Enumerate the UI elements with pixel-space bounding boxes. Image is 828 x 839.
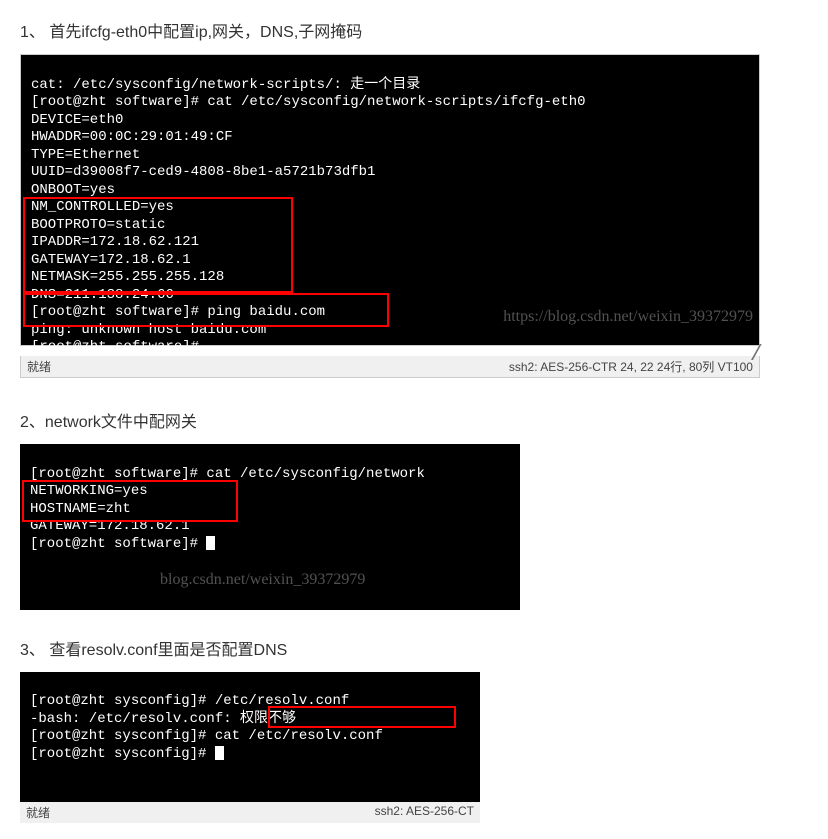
t2-l2: HOSTNAME=zht (30, 501, 131, 517)
t1-l13: [root@zht software]# ping baidu.com (31, 304, 325, 320)
statusbar3: 就绪 ssh2: AES-256-CT (20, 802, 480, 823)
watermark1: https://blog.csdn.net/weixin_39372979 (503, 307, 753, 327)
t1-l11: NETMASK=255.255.255.128 (31, 269, 224, 285)
t1-l8: BOOTPROTO=static (31, 217, 165, 233)
step2-heading: 2、network文件中配网关 (20, 408, 808, 432)
t2-l4: [root@zht software]# (30, 536, 206, 552)
t1-l7: NM_CONTROLLED=yes (31, 199, 174, 215)
t1-l2: DEVICE=eth0 (31, 112, 123, 128)
t1-l12: DNS=211.138.24.66 (31, 287, 174, 303)
terminal3: [root@zht sysconfig]# /etc/resolv.conf -… (20, 672, 480, 803)
t1-l0: cat: /etc/sysconfig/network-scripts/: 走一… (31, 77, 420, 93)
status3-left: 就绪 (26, 804, 50, 821)
status3-right: ssh2: AES-256-CT (375, 804, 474, 821)
t1-l9: IPADDR=172.18.62.121 (31, 234, 199, 250)
t3-l3: [root@zht sysconfig]# (30, 746, 215, 762)
terminal2-container: [root@zht software]# cat /etc/sysconfig/… (20, 444, 520, 610)
t1-l10: GATEWAY=172.18.62.1 (31, 252, 191, 268)
terminal1: cat: /etc/sysconfig/network-scripts/: 走一… (21, 55, 759, 345)
terminal3-container: [root@zht sysconfig]# /etc/resolv.conf -… (20, 672, 480, 824)
terminal1-container: cat: /etc/sysconfig/network-scripts/: 走一… (20, 54, 760, 346)
t2-l3: GATEWAY=172.18.62.1 (30, 518, 190, 534)
t2-l1: NETWORKING=yes (30, 483, 148, 499)
t1-l3: HWADDR=00:0C:29:01:49:CF (31, 129, 233, 145)
cutoff-slash: / (750, 342, 763, 367)
statusbar1: 就绪 ssh2: AES-256-CTR 24, 22 24行, 80列 VT1… (20, 356, 760, 378)
cursor2 (206, 536, 215, 550)
terminal2: [root@zht software]# cat /etc/sysconfig/… (20, 444, 520, 610)
t1-l15: [root@zht software]# (31, 339, 207, 355)
watermark2: blog.csdn.net/weixin_39372979 (160, 570, 365, 590)
t3-l1: -bash: /etc/resolv.conf: 权限不够 (30, 711, 296, 727)
status1-right: ssh2: AES-256-CTR 24, 22 24行, 80列 VT100 (509, 358, 753, 375)
t1-l4: TYPE=Ethernet (31, 147, 140, 163)
status1-left: 就绪 (27, 358, 51, 375)
step3-heading: 3、 查看resolv.conf里面是否配置DNS (20, 636, 808, 660)
t1-l14: ping: unknown host baidu.com (31, 322, 266, 338)
t1-l6: ONBOOT=yes (31, 182, 115, 198)
t2-l0: [root@zht software]# cat /etc/sysconfig/… (30, 466, 425, 482)
t3-l2: [root@zht sysconfig]# cat /etc/resolv.co… (30, 728, 383, 744)
cursor3 (215, 746, 224, 760)
t1-l1: [root@zht software]# cat /etc/sysconfig/… (31, 94, 586, 110)
t1-l5: UUID=d39008f7-ced9-4808-8be1-a5721b73dfb… (31, 164, 375, 180)
t3-l0: [root@zht sysconfig]# /etc/resolv.conf (30, 693, 349, 709)
step1-heading: 1、 首先ifcfg-eth0中配置ip,网关，DNS,子网掩码 (20, 18, 808, 42)
